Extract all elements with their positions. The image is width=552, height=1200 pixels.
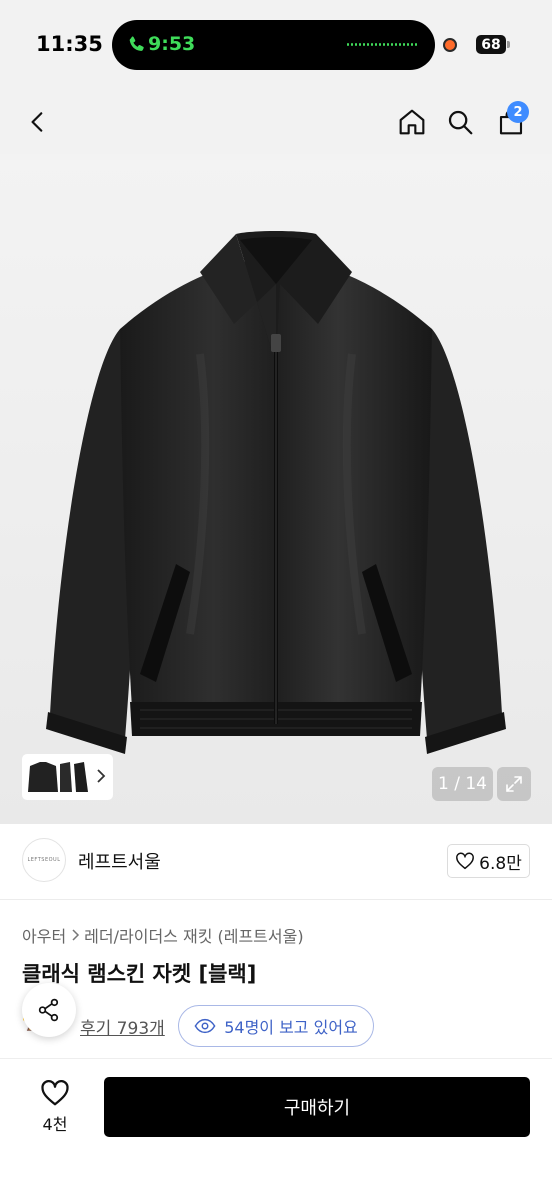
breadcrumb: 아우터 레더/라이더스 재킷 (레프트서울) <box>22 923 304 947</box>
wishlist-count: 4천 <box>42 1115 68 1134</box>
thumbnail-images <box>28 762 88 792</box>
share-icon <box>38 998 59 1022</box>
review-link[interactable]: 후기 793개 <box>80 1014 165 1039</box>
brand-like-button[interactable]: 6.8만 <box>447 844 530 878</box>
chevron-right-icon <box>97 769 106 783</box>
status-time: 11:35 <box>36 32 103 56</box>
chevron-right-icon <box>72 929 80 941</box>
share-button[interactable] <box>22 983 76 1037</box>
heart-icon <box>456 852 475 870</box>
battery-tip <box>507 41 510 48</box>
wishlist-button[interactable]: 4천 <box>30 1079 80 1137</box>
image-page-indicator: 1 / 14 <box>432 767 493 801</box>
call-duration: 9:53 <box>148 33 196 55</box>
brand-logo[interactable]: LEFTSEOUL <box>22 838 66 882</box>
product-image-gallery[interactable]: 1 / 14 <box>0 154 552 824</box>
back-button[interactable] <box>16 100 60 144</box>
back-icon <box>31 112 43 132</box>
breadcrumb-category[interactable]: 아우터 <box>22 923 66 947</box>
viewers-badge: 54명이 보고 있어요 <box>178 1005 374 1047</box>
product-photo <box>46 231 506 754</box>
search-button[interactable] <box>438 100 482 144</box>
phone-icon <box>129 36 144 51</box>
thumbnail-strip[interactable] <box>22 754 113 800</box>
expand-icon <box>506 776 522 792</box>
dynamic-island-call[interactable]: 9:53 <box>112 20 435 70</box>
brand-name[interactable]: 레프트서울 <box>78 848 161 874</box>
brand-like-count: 6.8만 <box>479 853 522 874</box>
cart-count-badge: 2 <box>507 101 529 123</box>
brand-logo-text: LEFTSEOUL <box>27 857 61 863</box>
home-icon <box>399 109 425 135</box>
heart-icon <box>41 1080 69 1106</box>
audio-waveform <box>347 43 417 46</box>
home-button[interactable] <box>390 100 434 144</box>
breadcrumb-subcategory[interactable]: 레더/라이더스 재킷 (레프트서울) <box>84 923 303 947</box>
status-bar: 11:35 9:53 68 <box>0 0 552 90</box>
battery-indicator: 68 <box>476 35 506 54</box>
recording-indicator <box>443 38 457 52</box>
viewers-text: 54명이 보고 있어요 <box>224 1018 358 1037</box>
buy-button[interactable]: 구매하기 <box>104 1077 530 1137</box>
brand-row[interactable]: LEFTSEOUL 레프트서울 6.8만 <box>0 824 552 900</box>
eye-icon <box>194 1018 216 1034</box>
top-navigation <box>0 90 552 154</box>
expand-image-button[interactable] <box>497 767 531 801</box>
bottom-action-bar: 4천 구매하기 <box>0 1058 552 1200</box>
search-icon <box>448 110 473 135</box>
